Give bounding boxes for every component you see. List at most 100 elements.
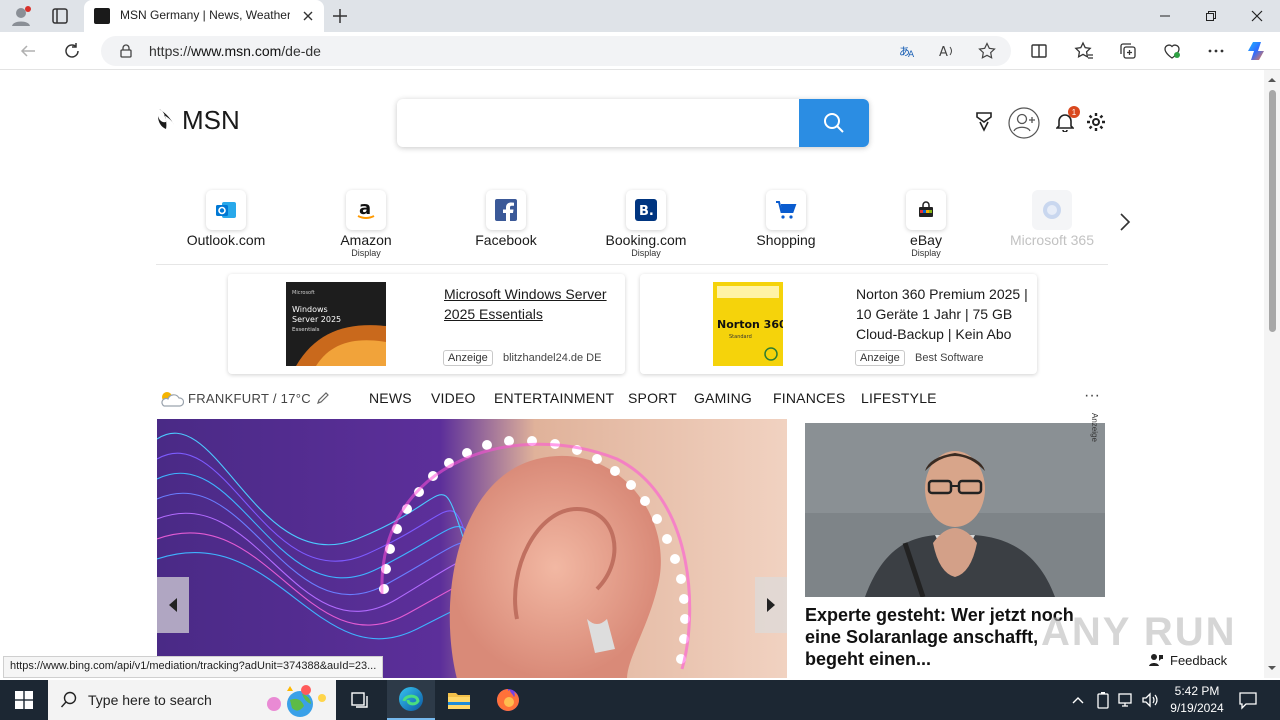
svg-text:Windows: Windows <box>292 305 328 314</box>
search-box[interactable] <box>397 99 869 147</box>
ad-source: Best Software <box>915 352 984 364</box>
settings-gear-icon[interactable] <box>1086 112 1106 137</box>
active-tab[interactable]: MSN Germany | News, Weather, <box>84 0 324 32</box>
tile-facebook[interactable]: Facebook <box>436 190 576 248</box>
carousel-prev-button[interactable] <box>157 577 189 633</box>
search-button[interactable] <box>799 99 869 147</box>
close-tab-icon[interactable] <box>300 8 316 24</box>
copilot-icon[interactable] <box>1246 39 1270 63</box>
read-aloud-icon[interactable]: A <box>938 42 956 60</box>
tile-label: Microsoft 365 <box>1009 232 1095 248</box>
url-bar[interactable]: https://www.msn.com/de-de あA A <box>101 36 1011 66</box>
battery-icon[interactable] <box>1095 690 1111 710</box>
browser-essentials-icon[interactable] <box>1162 41 1182 61</box>
profile-icon[interactable] <box>10 5 32 27</box>
network-icon[interactable] <box>1117 690 1135 710</box>
feedback-button[interactable]: Feedback <box>1148 652 1227 668</box>
microsoft-365-icon <box>1032 190 1072 230</box>
outlook-icon <box>206 190 246 230</box>
caret-left-icon <box>169 598 177 612</box>
task-view-button[interactable] <box>336 680 384 720</box>
nav-lifestyle[interactable]: LIFESTYLE <box>861 390 937 406</box>
ad-title[interactable]: Norton 360 Premium 2025 | 10 Geräte 1 Ja… <box>856 284 1028 344</box>
scroll-down-icon[interactable] <box>1264 662 1280 674</box>
category-nav: FRANKFURT / 17°C NEWS VIDEO ENTERTAINMEN… <box>158 385 1110 413</box>
svg-text:A: A <box>908 50 915 60</box>
tray-chevron-up-icon[interactable] <box>1071 693 1085 707</box>
tile-label: Outlook.com <box>186 232 266 248</box>
tile-microsoft-365[interactable]: Microsoft 365 <box>996 190 1108 248</box>
ad-title[interactable]: Microsoft Windows Server 2025 Essentials <box>444 284 616 324</box>
tile-outlook[interactable]: Outlook.com <box>156 190 296 248</box>
favorites-icon[interactable] <box>1074 41 1094 61</box>
restore-button[interactable] <box>1188 0 1234 32</box>
notification-center-icon[interactable] <box>1238 690 1258 710</box>
nav-video[interactable]: VIDEO <box>431 390 476 406</box>
tile-sublabel: Display <box>911 248 941 258</box>
nav-gaming[interactable]: GAMING <box>694 390 752 406</box>
minimize-button[interactable] <box>1142 0 1188 32</box>
account-icon[interactable] <box>1008 107 1040 144</box>
page-scrollbar[interactable] <box>1264 70 1280 678</box>
tab-actions-icon[interactable] <box>50 6 70 26</box>
carousel-next-button[interactable] <box>755 577 787 633</box>
edge-icon <box>399 687 423 711</box>
ad-tag: Anzeige <box>443 350 493 366</box>
url-text: https://www.msn.com/de-de <box>149 43 321 59</box>
clock-time: 5:42 PM <box>1174 684 1220 698</box>
svg-text:Standard: Standard <box>729 334 752 340</box>
article-headline[interactable]: Experte gesteht: Wer jetzt noch eine Sol… <box>805 604 1075 670</box>
anyrun-watermark: ANY RUN <box>1041 610 1237 654</box>
split-screen-icon[interactable] <box>1029 41 1049 61</box>
collections-icon[interactable] <box>1118 41 1138 61</box>
ad-image-norton: Norton 360 Standard <box>713 282 787 366</box>
hero-image <box>157 419 787 678</box>
feedback-label: Feedback <box>1170 652 1228 668</box>
taskbar-firefox-button[interactable] <box>484 680 532 720</box>
nav-sport[interactable]: SPORT <box>628 390 677 406</box>
tile-amazon[interactable]: a Amazon Display <box>296 190 436 258</box>
weather-text: FRANKFURT / 17°C <box>188 390 311 406</box>
favorite-star-icon[interactable] <box>978 42 996 60</box>
chevron-right-icon[interactable] <box>1118 212 1132 237</box>
svg-text:A: A <box>939 45 948 60</box>
edit-pencil-icon[interactable] <box>315 390 331 406</box>
more-options-icon[interactable] <box>1206 41 1226 61</box>
scroll-up-icon[interactable] <box>1264 74 1280 86</box>
search-highlight-icon <box>267 685 326 717</box>
lock-icon[interactable] <box>119 44 133 58</box>
scrollbar-thumb[interactable] <box>1269 90 1276 332</box>
hero-carousel[interactable] <box>157 419 787 678</box>
rewards-icon[interactable] <box>974 110 994 137</box>
quick-links: Outlook.com a Amazon Display Facebook B.… <box>156 190 1108 265</box>
refresh-icon[interactable] <box>61 40 83 62</box>
tile-booking[interactable]: B. Booking.com Display <box>576 190 716 258</box>
close-window-button[interactable] <box>1234 0 1280 32</box>
new-tab-button[interactable] <box>330 6 350 26</box>
translate-icon[interactable]: あA <box>898 42 916 60</box>
ad-tag: Anzeige <box>855 350 905 366</box>
taskbar-file-explorer-button[interactable] <box>435 680 483 720</box>
nav-finances[interactable]: FINANCES <box>773 390 845 406</box>
tile-shopping[interactable]: Shopping <box>716 190 856 248</box>
svg-text:Norton 360: Norton 360 <box>717 318 783 331</box>
tile-ebay[interactable]: eBay Display <box>856 190 996 258</box>
msn-butterfly-icon <box>158 108 174 129</box>
taskbar-edge-button[interactable] <box>387 680 435 720</box>
more-categories-button[interactable]: ··· <box>1084 387 1100 405</box>
tile-label: Shopping <box>756 232 816 248</box>
ad-card-norton[interactable]: Norton 360 Standard Norton 360 Premium 2… <box>640 274 1037 374</box>
start-button[interactable] <box>0 680 48 720</box>
folder-icon <box>448 693 470 709</box>
volume-icon[interactable] <box>1141 690 1159 710</box>
tile-label: Amazon <box>340 232 392 248</box>
back-icon[interactable] <box>17 40 39 62</box>
nav-news[interactable]: NEWS <box>369 390 412 406</box>
weather-widget[interactable]: FRANKFURT / 17°C <box>158 388 331 408</box>
taskbar-search-box[interactable]: Type here to search <box>48 680 336 720</box>
partly-cloudy-icon <box>161 392 184 407</box>
nav-entertainment[interactable]: ENTERTAINMENT <box>494 390 614 406</box>
msn-logo[interactable]: MSN <box>156 105 240 136</box>
system-clock[interactable]: 5:42 PM 9/19/2024 <box>1164 683 1230 717</box>
ad-card-windows-server[interactable]: Microsoft Windows Server 2025 Essentials… <box>228 274 625 374</box>
